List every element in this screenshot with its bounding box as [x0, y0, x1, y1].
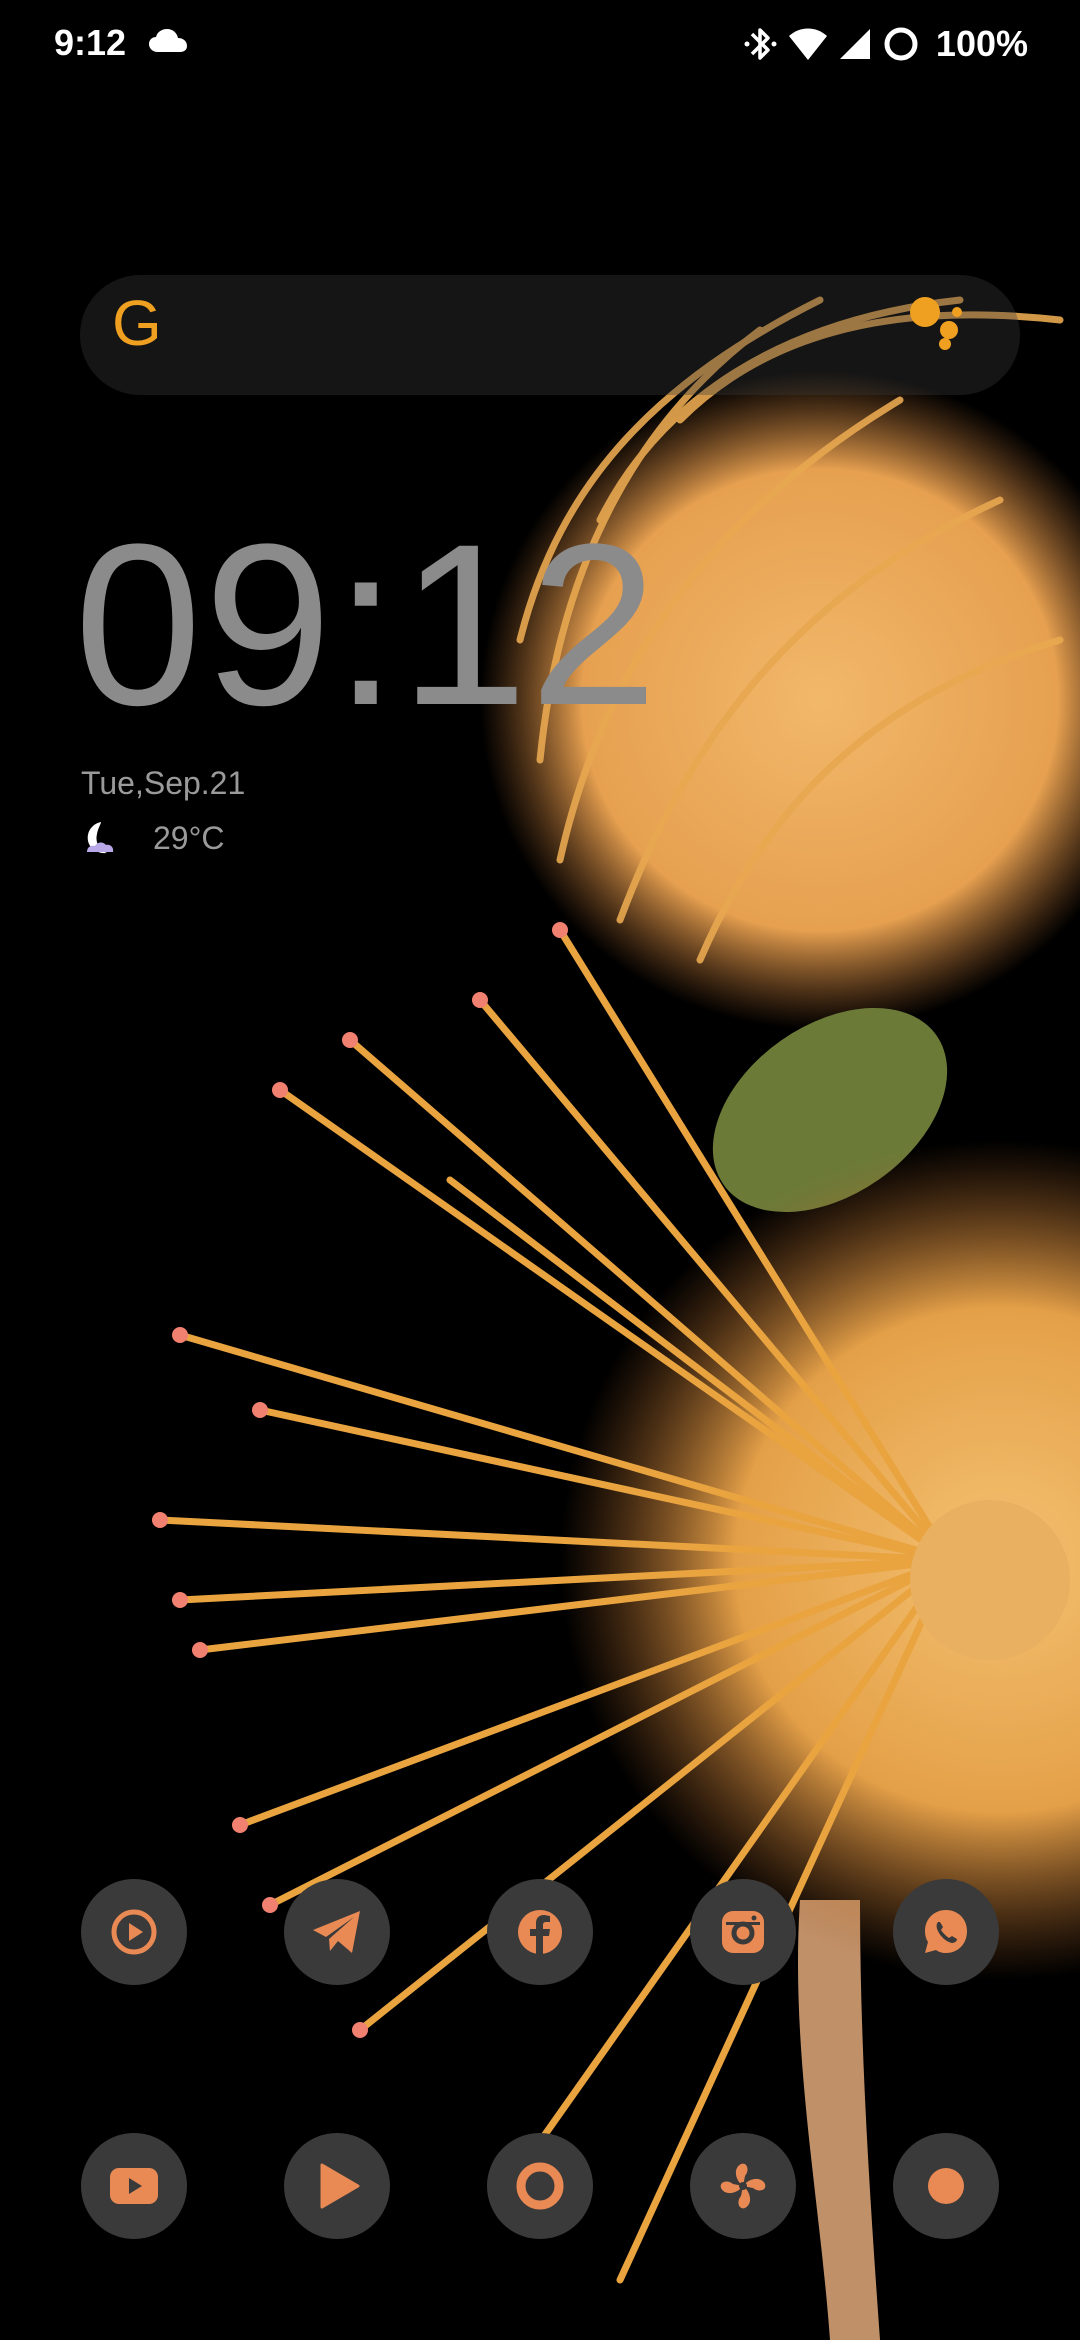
status-bar: 9:12 100%	[0, 0, 1080, 90]
google-logo[interactable]: G	[112, 286, 162, 360]
weather-widget[interactable]: 29°C	[81, 818, 225, 858]
wifi-icon	[788, 28, 827, 60]
weather-temperature: 29°C	[153, 819, 225, 856]
clock-date[interactable]: Tue,Sep.21	[81, 765, 245, 802]
app-youtube[interactable]	[81, 2133, 187, 2239]
play-store-icon	[320, 2163, 360, 2209]
cell-signal-icon	[839, 29, 870, 59]
assistant-dots-icon[interactable]	[905, 292, 965, 352]
battery-percentage: 100%	[935, 23, 1028, 64]
clock-time[interactable]: 09:12	[74, 510, 660, 740]
telegram-icon	[313, 1911, 360, 1953]
app-video-player[interactable]	[81, 1879, 187, 1985]
screen-record-dot-icon	[928, 2168, 964, 2204]
facebook-icon	[518, 1910, 562, 1954]
app-screen-recorder[interactable]	[893, 2133, 999, 2239]
status-icons: 100%	[744, 20, 1028, 68]
bluetooth-icon	[744, 28, 777, 60]
app-whatsapp[interactable]	[893, 1879, 999, 1985]
home-screen: 9:12 100% G 09:12 Tue,Sep.21 29°C	[0, 0, 1080, 2340]
play-circle-icon	[111, 1909, 157, 1955]
cloud-icon	[149, 29, 187, 52]
app-recorder[interactable]	[487, 2133, 593, 2239]
app-telegram[interactable]	[284, 1879, 390, 1985]
moon-cloud-icon	[87, 822, 114, 854]
app-play-store[interactable]	[284, 2133, 390, 2239]
search-bar[interactable]	[80, 275, 1020, 395]
battery-saver-ring-icon	[884, 27, 918, 61]
youtube-icon	[110, 2168, 158, 2204]
app-facebook[interactable]	[487, 1879, 593, 1985]
instagram-icon	[722, 1911, 764, 1953]
app-fan-control[interactable]	[690, 2133, 796, 2239]
record-icon	[516, 2162, 564, 2210]
app-instagram[interactable]	[690, 1879, 796, 1985]
fan-icon	[720, 2163, 766, 2209]
whatsapp-icon	[925, 1910, 967, 1953]
status-time: 9:12	[54, 22, 127, 63]
